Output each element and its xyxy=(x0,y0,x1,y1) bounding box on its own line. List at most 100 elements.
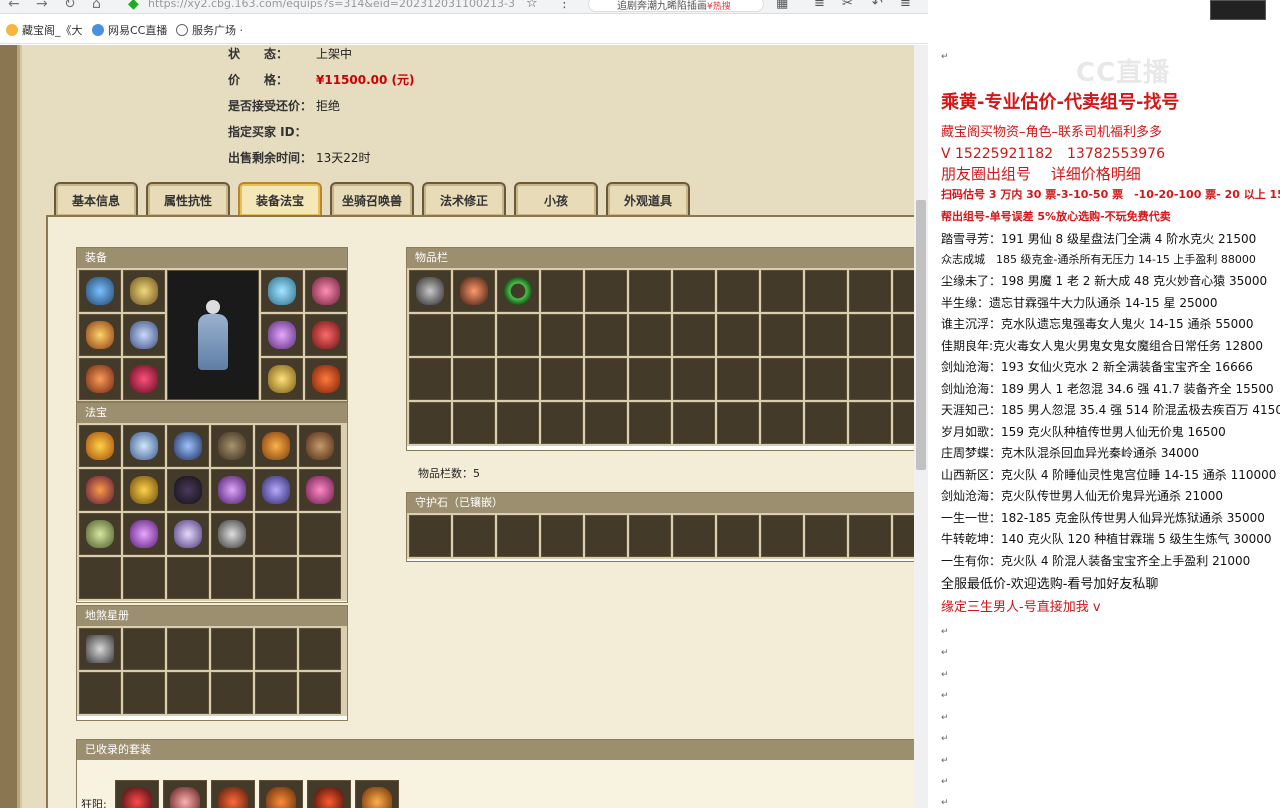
stone-slot[interactable] xyxy=(585,515,627,557)
disha-slot[interactable] xyxy=(255,672,297,714)
disha-slot[interactable] xyxy=(123,628,165,670)
item-slot[interactable] xyxy=(541,358,583,400)
item-slot[interactable] xyxy=(849,314,891,356)
grid-icon[interactable]: ▦ xyxy=(776,0,788,11)
suit-item[interactable] xyxy=(211,780,255,808)
item-slot[interactable] xyxy=(409,358,451,400)
bookmark-cangbaoge[interactable]: 藏宝阁_《大 xyxy=(6,22,83,38)
suit-item[interactable] xyxy=(115,780,159,808)
fabao-slot[interactable] xyxy=(167,425,209,467)
item-slot[interactable] xyxy=(761,314,803,356)
fabao-slot[interactable] xyxy=(167,557,209,599)
item-slot[interactable] xyxy=(673,402,715,444)
disha-slot[interactable] xyxy=(299,672,341,714)
disha-slot[interactable] xyxy=(79,672,121,714)
fabao-slot[interactable] xyxy=(299,469,341,511)
page-scrollbar[interactable] xyxy=(914,45,928,808)
fabao-slot[interactable] xyxy=(211,557,253,599)
equip-slot[interactable] xyxy=(79,314,121,356)
equip-slot[interactable] xyxy=(305,270,347,312)
item-slot[interactable] xyxy=(849,270,891,312)
back-icon[interactable]: ← xyxy=(8,0,20,12)
equip-slot[interactable] xyxy=(79,358,121,400)
home-icon[interactable]: ⌂ xyxy=(92,0,101,12)
fabao-slot[interactable] xyxy=(79,425,121,467)
item-slot[interactable] xyxy=(761,358,803,400)
equip-slot[interactable] xyxy=(123,270,165,312)
undo-icon[interactable]: ↶ xyxy=(872,0,883,11)
tab-attributes[interactable]: 属性抗性 xyxy=(146,182,230,216)
suit-item[interactable] xyxy=(163,780,207,808)
tab-mounts[interactable]: 坐骑召唤兽 xyxy=(330,182,414,216)
scroll-thumb[interactable] xyxy=(916,200,926,470)
stone-slot[interactable] xyxy=(761,515,803,557)
item-slot[interactable] xyxy=(585,402,627,444)
tab-child[interactable]: 小孩 xyxy=(514,182,598,216)
disha-slot[interactable] xyxy=(123,672,165,714)
fabao-slot[interactable] xyxy=(255,425,297,467)
item-slot[interactable] xyxy=(541,314,583,356)
item-slot[interactable] xyxy=(453,358,495,400)
item-slot[interactable] xyxy=(585,314,627,356)
fabao-slot[interactable] xyxy=(299,557,341,599)
item-slot[interactable] xyxy=(409,402,451,444)
item-slot[interactable] xyxy=(497,402,539,444)
stone-slot[interactable] xyxy=(717,515,759,557)
item-slot[interactable] xyxy=(849,358,891,400)
fabao-slot[interactable] xyxy=(123,425,165,467)
equip-slot[interactable] xyxy=(261,314,303,356)
stone-slot[interactable] xyxy=(849,515,891,557)
fabao-slot[interactable] xyxy=(299,425,341,467)
scissors-icon[interactable]: ✂ xyxy=(842,0,853,11)
disha-slot[interactable] xyxy=(299,628,341,670)
fabao-slot[interactable] xyxy=(255,557,297,599)
equip-slot[interactable] xyxy=(261,270,303,312)
item-slot[interactable] xyxy=(629,358,671,400)
fabao-slot[interactable] xyxy=(255,513,297,555)
item-slot[interactable] xyxy=(409,270,451,312)
fabao-slot[interactable] xyxy=(79,469,121,511)
bookmark-service[interactable]: 服务广场 · xyxy=(176,22,243,38)
stone-slot[interactable] xyxy=(497,515,539,557)
menu-dots-icon[interactable]: ⋮ xyxy=(558,0,571,11)
item-slot[interactable] xyxy=(849,402,891,444)
main-menu-icon[interactable]: ≡ xyxy=(900,0,911,11)
list-icon[interactable]: ≡ xyxy=(814,0,825,11)
fabao-slot[interactable] xyxy=(167,469,209,511)
bookmark-cc[interactable]: 网易CC直播 xyxy=(92,22,167,38)
equip-slot[interactable] xyxy=(305,314,347,356)
tab-spell-mod[interactable]: 法术修正 xyxy=(422,182,506,216)
suit-item[interactable] xyxy=(259,780,303,808)
fabao-slot[interactable] xyxy=(211,469,253,511)
stone-slot[interactable] xyxy=(453,515,495,557)
item-slot[interactable] xyxy=(629,402,671,444)
fabao-slot[interactable] xyxy=(123,513,165,555)
stone-slot[interactable] xyxy=(805,515,847,557)
fabao-slot[interactable] xyxy=(79,513,121,555)
item-slot[interactable] xyxy=(585,270,627,312)
stone-slot[interactable] xyxy=(629,515,671,557)
item-slot[interactable] xyxy=(453,314,495,356)
tab-appearance[interactable]: 外观道具 xyxy=(606,182,690,216)
item-slot[interactable] xyxy=(409,314,451,356)
equip-slot[interactable] xyxy=(123,314,165,356)
item-slot[interactable] xyxy=(497,358,539,400)
item-slot[interactable] xyxy=(893,402,915,444)
fabao-slot[interactable] xyxy=(79,557,121,599)
search-box[interactable]: 追剧奔潮九晞陷插画¥热搜 xyxy=(588,0,764,12)
item-slot[interactable] xyxy=(541,270,583,312)
item-slot[interactable] xyxy=(453,270,495,312)
item-slot[interactable] xyxy=(893,314,915,356)
item-slot[interactable] xyxy=(805,402,847,444)
reload-icon[interactable]: ↻ xyxy=(64,0,76,12)
item-slot[interactable] xyxy=(453,402,495,444)
item-slot[interactable] xyxy=(717,270,759,312)
disha-slot[interactable] xyxy=(167,628,209,670)
fabao-slot[interactable] xyxy=(299,513,341,555)
item-slot[interactable] xyxy=(497,270,539,312)
stone-slot[interactable] xyxy=(409,515,451,557)
disha-slot[interactable] xyxy=(211,628,253,670)
equip-slot[interactable] xyxy=(79,270,121,312)
suit-item[interactable] xyxy=(355,780,399,808)
item-slot[interactable] xyxy=(585,358,627,400)
